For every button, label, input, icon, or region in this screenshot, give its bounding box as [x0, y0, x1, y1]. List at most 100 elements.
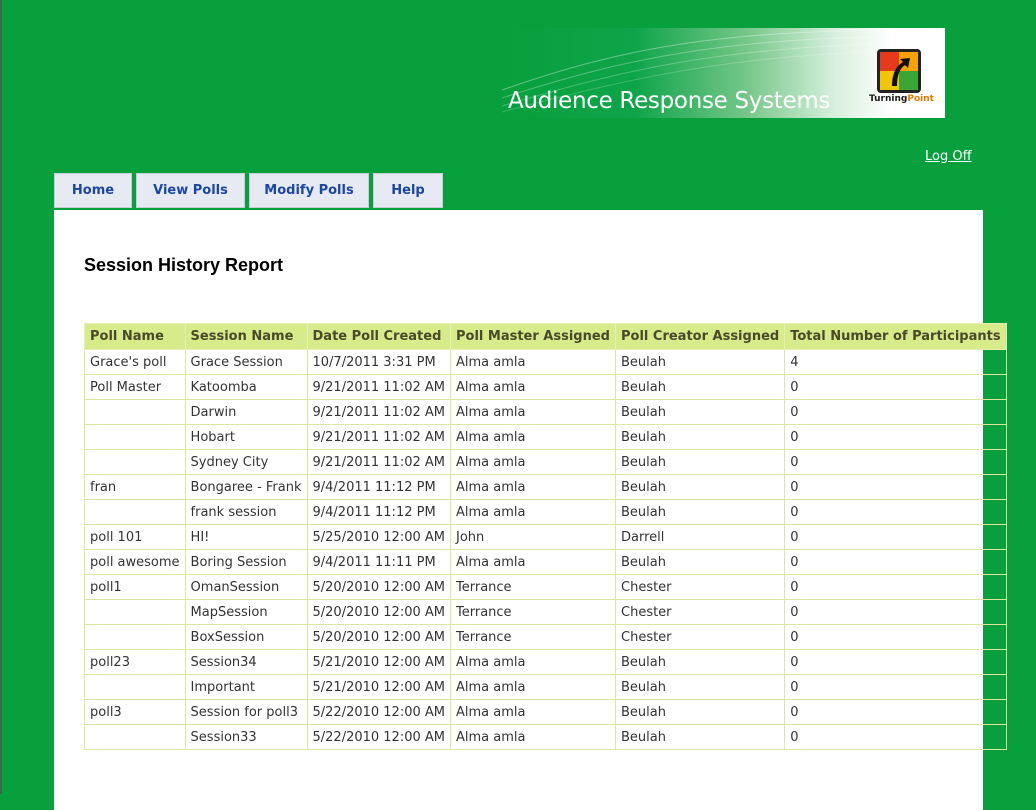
cell-date-created: 9/21/2011 11:02 AM [306, 449, 451, 475]
cell-poll-name [84, 599, 186, 625]
session-history-table: Poll Name Session Name Date Poll Created… [84, 323, 1007, 750]
cell-date-created: 5/20/2010 12:00 AM [306, 624, 451, 650]
column-header-session-name: Session Name [184, 323, 308, 350]
cell-poll-creator: Beulah [614, 349, 786, 375]
table-row: Darwin 9/21/2011 11:02 AM Alma amla Beulah 0 [84, 399, 1007, 425]
cell-participants: 0 [784, 699, 1007, 725]
table-row: poll3 Session for poll3 5/22/2010 12:00 AM… [84, 699, 1007, 725]
cell-poll-name [84, 449, 186, 475]
cell-participants: 0 [784, 449, 1007, 475]
cell-session-name: Grace Session [184, 349, 308, 375]
cell-session-name: Session34 [184, 649, 308, 675]
cell-poll-master: Alma amla [450, 674, 616, 700]
cell-date-created: 10/7/2011 3:31 PM [306, 349, 451, 375]
table-row: poll awesome Boring Session 9/4/2011 11:11… [84, 549, 1007, 575]
cell-participants: 4 [784, 349, 1007, 375]
cell-poll-creator: Chester [614, 599, 786, 625]
content-panel: Session History Report Poll Name Session… [54, 210, 1007, 810]
cell-session-name: Boring Session [184, 549, 308, 575]
table-body: Grace's poll Grace Session 10/7/2011 3:31 … [84, 349, 1007, 750]
cell-poll-name: poll23 [84, 649, 186, 675]
cell-session-name: Katoomba [184, 374, 308, 400]
logo-text-accent: Point [907, 94, 934, 104]
cell-poll-creator: Beulah [614, 724, 786, 750]
cell-date-created: 9/21/2011 11:02 AM [306, 424, 451, 450]
cell-participants: 0 [784, 624, 1007, 650]
cell-poll-master: Alma amla [450, 374, 616, 400]
table-row: Grace's poll Grace Session 10/7/2011 3:31 … [84, 349, 1007, 375]
table-row: Important 5/21/2010 12:00 AM Alma amla Beul… [84, 674, 1007, 700]
cell-poll-name [84, 724, 186, 750]
cell-poll-name [84, 399, 186, 425]
cell-poll-creator: Beulah [614, 374, 786, 400]
table-row: Hobart 9/21/2011 11:02 AM Alma amla Beulah 0 [84, 424, 1007, 450]
table-row: Poll Master Katoomba 9/21/2011 11:02 AM Alm… [84, 374, 1007, 400]
cell-date-created: 5/22/2010 12:00 AM [306, 724, 451, 750]
column-header-poll-creator-assigned: Poll Creator Assigned [614, 323, 786, 350]
cell-participants: 0 [784, 574, 1007, 600]
window-edge [0, 0, 2, 794]
cell-participants: 0 [784, 599, 1007, 625]
cell-participants: 0 [784, 724, 1007, 750]
cell-participants: 0 [784, 649, 1007, 675]
banner-title: Audience Response Systems [508, 88, 831, 114]
cell-date-created: 5/20/2010 12:00 AM [306, 574, 451, 600]
tab-view-polls[interactable]: View Polls [136, 173, 245, 208]
cell-participants: 0 [784, 674, 1007, 700]
cell-session-name: MapSession [184, 599, 308, 625]
cell-poll-creator: Darrell [614, 524, 786, 550]
cell-session-name: BoxSession [184, 624, 308, 650]
column-header-date-poll-created: Date Poll Created [306, 323, 451, 350]
cell-poll-creator: Beulah [614, 499, 786, 525]
header-banner: Audience Response Systems TurningPoint [502, 28, 945, 118]
tab-home[interactable]: Home [54, 173, 132, 208]
cell-participants: 0 [784, 399, 1007, 425]
cell-poll-creator: Beulah [614, 399, 786, 425]
turningpoint-logo-text: TurningPoint [869, 94, 934, 104]
table-row: frank session 9/4/2011 11:12 PM Alma amla B… [84, 499, 1007, 525]
cell-date-created: 5/20/2010 12:00 AM [306, 599, 451, 625]
cell-session-name: Hobart [184, 424, 308, 450]
cell-date-created: 9/4/2011 11:12 PM [306, 499, 451, 525]
cell-poll-master: John [450, 524, 616, 550]
table-row: fran Bongaree - Frank 9/4/2011 11:12 PM Alm… [84, 474, 1007, 500]
cell-date-created: 9/4/2011 11:11 PM [306, 549, 451, 575]
logoff-link[interactable]: Log Off [925, 149, 972, 164]
cell-date-created: 9/21/2011 11:02 AM [306, 374, 451, 400]
cell-date-created: 5/21/2010 12:00 AM [306, 649, 451, 675]
table-row: BoxSession 5/20/2010 12:00 AM Terrance Ches… [84, 624, 1007, 650]
table-header-row: Poll Name Session Name Date Poll Created… [84, 323, 1007, 350]
cell-poll-name [84, 499, 186, 525]
cell-session-name: Important [184, 674, 308, 700]
cell-poll-master: Alma amla [450, 549, 616, 575]
cell-poll-master: Alma amla [450, 499, 616, 525]
column-header-poll-master-assigned: Poll Master Assigned [450, 323, 616, 350]
cell-session-name: Sydney City [184, 449, 308, 475]
cell-poll-master: Terrance [450, 574, 616, 600]
cell-poll-master: Alma amla [450, 349, 616, 375]
cell-participants: 0 [784, 374, 1007, 400]
cell-poll-creator: Chester [614, 574, 786, 600]
table-row: poll1 OmanSession 5/20/2010 12:00 AM Terran… [84, 574, 1007, 600]
cell-session-name: Bongaree - Frank [184, 474, 308, 500]
table-row: Session33 5/22/2010 12:00 AM Alma amla Beul… [84, 724, 1007, 750]
table-row: poll23 Session34 5/21/2010 12:00 AM Alma am… [84, 649, 1007, 675]
tab-help[interactable]: Help [373, 173, 443, 208]
tab-modify-polls[interactable]: Modify Polls [249, 173, 369, 208]
cell-poll-name: poll 101 [84, 524, 186, 550]
cell-poll-creator: Beulah [614, 424, 786, 450]
cell-poll-name [84, 624, 186, 650]
cell-participants: 0 [784, 549, 1007, 575]
cell-poll-creator: Beulah [614, 699, 786, 725]
cell-poll-name [84, 424, 186, 450]
cell-poll-name [84, 674, 186, 700]
column-header-poll-name: Poll Name [84, 323, 186, 350]
cell-poll-master: Alma amla [450, 724, 616, 750]
cell-session-name: OmanSession [184, 574, 308, 600]
cell-participants: 0 [784, 424, 1007, 450]
cell-poll-master: Alma amla [450, 449, 616, 475]
cell-session-name: HI! [184, 524, 308, 550]
cell-poll-name: poll3 [84, 699, 186, 725]
cell-session-name: Session for poll3 [184, 699, 308, 725]
cell-participants: 0 [784, 499, 1007, 525]
